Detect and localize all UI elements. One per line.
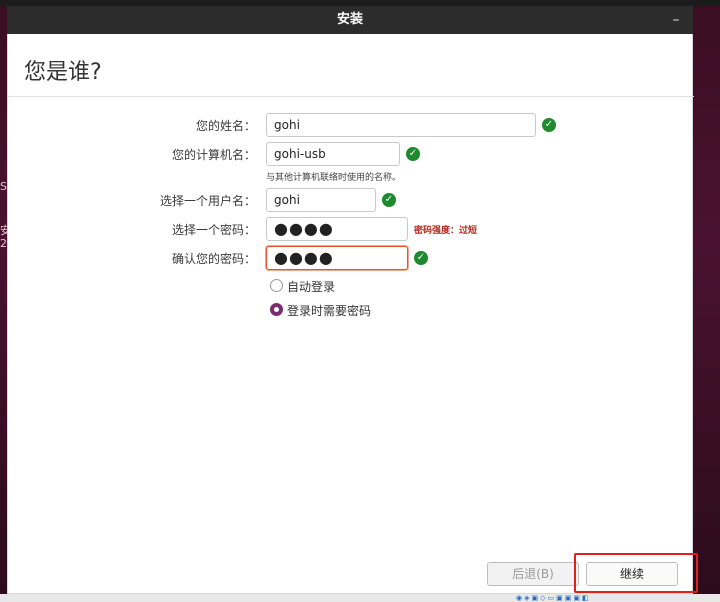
password-label: 选择一个密码： bbox=[171, 223, 256, 237]
password-strength: 密码强度：过短 bbox=[414, 226, 478, 236]
check-circle-icon: ✓ bbox=[406, 147, 420, 161]
check-circle-icon: ✓ bbox=[542, 118, 556, 132]
taskbar: ◉◈▣◇▭▣▣▣◧ bbox=[0, 594, 720, 602]
window-titlebar: 安装 – bbox=[7, 6, 693, 34]
computer-name-label: 您的计算机名： bbox=[171, 148, 256, 162]
require-password-label: 登录时需要密码 bbox=[287, 304, 372, 318]
page-title: 您是谁? bbox=[24, 60, 102, 85]
password-input[interactable]: ●●●● bbox=[266, 217, 408, 241]
username-input[interactable]: gohi bbox=[266, 188, 376, 212]
desktop-fragment: S bbox=[0, 180, 7, 193]
back-button[interactable]: 后退(B) bbox=[487, 562, 579, 586]
confirm-password-row: 确认您的密码： ●●●● ✓ bbox=[8, 246, 694, 270]
username-label: 选择一个用户名： bbox=[159, 194, 256, 208]
divider bbox=[8, 96, 694, 97]
name-input[interactable]: gohi bbox=[266, 113, 536, 137]
username-row: 选择一个用户名： gohi ✓ bbox=[8, 188, 694, 212]
computer-name-input[interactable]: gohi-usb bbox=[266, 142, 400, 166]
computer-name-hint: 与其他计算机联络时使用的名称。 bbox=[266, 173, 402, 183]
radio-auto-login[interactable] bbox=[270, 279, 283, 292]
computer-name-row: 您的计算机名： gohi-usb ✓ bbox=[8, 142, 694, 166]
check-circle-icon: ✓ bbox=[382, 193, 396, 207]
tray-icons: ◉◈▣◇▭▣▣▣◧ bbox=[516, 594, 591, 602]
annotation-highlight-box bbox=[574, 553, 698, 593]
check-circle-icon: ✓ bbox=[414, 251, 428, 265]
installer-window: 您是谁? 您的姓名： gohi ✓ 您的计算机名： gohi-usb ✓ 与其他… bbox=[7, 34, 694, 594]
desktop-fragment: 2 bbox=[0, 237, 7, 250]
password-row: 选择一个密码： ●●●● 密码强度：过短 bbox=[8, 217, 694, 241]
confirm-password-input[interactable]: ●●●● bbox=[266, 246, 408, 270]
minimize-button[interactable]: – bbox=[669, 6, 683, 34]
name-label: 您的姓名： bbox=[195, 119, 256, 133]
radio-require-password[interactable] bbox=[270, 303, 283, 316]
require-password-option[interactable]: 登录时需要密码 bbox=[270, 302, 430, 318]
auto-login-option[interactable]: 自动登录 bbox=[270, 278, 390, 294]
name-row: 您的姓名： gohi ✓ bbox=[8, 113, 694, 137]
auto-login-label: 自动登录 bbox=[287, 280, 336, 294]
window-title: 安装 bbox=[336, 12, 363, 27]
confirm-password-label: 确认您的密码： bbox=[171, 252, 256, 266]
